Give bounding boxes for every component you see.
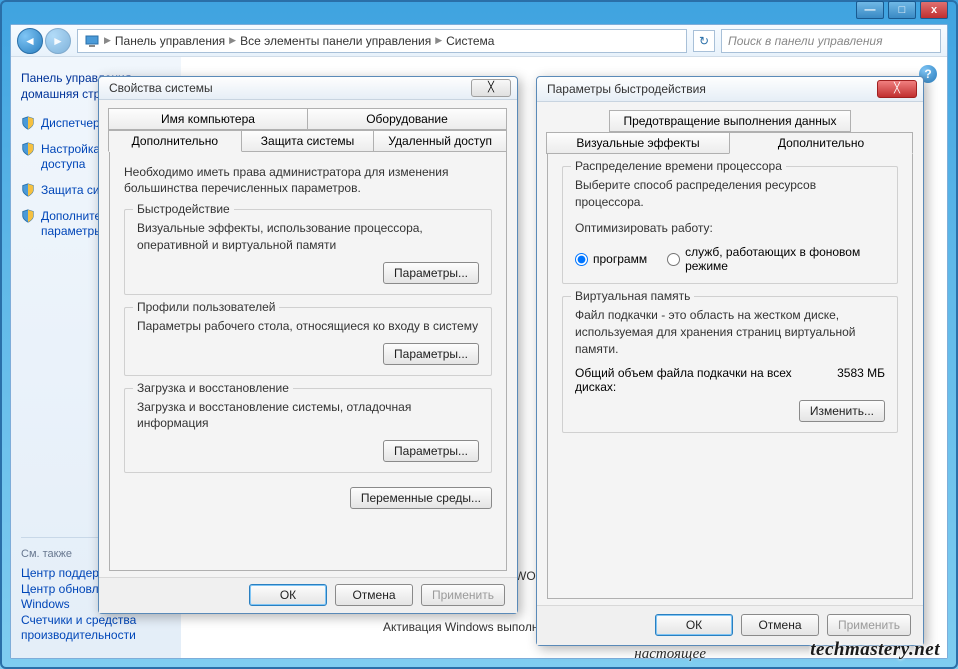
address-bar: ◄ ► ▶ Панель управления ▶ Все элементы па…	[11, 25, 947, 57]
system-properties-dialog: Свойства системы ╳ Имя компьютера Оборуд…	[98, 76, 518, 614]
group-desc: Визуальные эффекты, использование процес…	[137, 220, 479, 254]
radio-services[interactable]: служб, работающих в фоновом режиме	[667, 245, 885, 273]
nav-forward-button[interactable]: ►	[45, 28, 71, 54]
group-legend: Виртуальная память	[571, 289, 694, 303]
sidebar-link-perfcounters[interactable]: Счетчики и средства производительности	[21, 613, 171, 644]
startup-settings-button[interactable]: Параметры...	[383, 440, 479, 462]
chevron-right-icon: ▶	[435, 35, 442, 46]
chevron-right-icon: ▶	[229, 35, 236, 46]
tab-content: Необходимо иметь права администратора дл…	[109, 151, 507, 571]
group-scheduling: Распределение времени процессора Выберит…	[562, 166, 898, 284]
shield-icon	[21, 209, 35, 223]
group-legend: Быстродействие	[133, 202, 234, 216]
dialog-footer: ОК Отмена Применить	[99, 577, 517, 613]
shield-icon	[21, 183, 35, 197]
tab-protection[interactable]: Защита системы	[241, 130, 375, 152]
tab-advanced[interactable]: Дополнительно	[729, 132, 913, 154]
performance-settings-button[interactable]: Параметры...	[383, 262, 479, 284]
window-titlebar: — □ x	[2, 2, 956, 16]
group-startup: Загрузка и восстановление Загрузка и вос…	[124, 388, 492, 474]
ok-button[interactable]: ОК	[655, 614, 733, 636]
dialog-close-button[interactable]: ╳	[471, 79, 511, 97]
radio-label: служб, работающих в фоновом режиме	[685, 245, 885, 273]
sidebar-link-label: Счетчики и средства производительности	[21, 613, 171, 644]
group-profiles: Профили пользователей Параметры рабочего…	[124, 307, 492, 376]
maximize-button[interactable]: □	[888, 1, 916, 19]
vm-change-button[interactable]: Изменить...	[799, 400, 885, 422]
crumb-control-panel[interactable]: Панель управления	[115, 34, 225, 48]
search-placeholder: Поиск в панели управления	[728, 34, 883, 48]
cancel-button[interactable]: Отмена	[741, 614, 819, 636]
computer-icon	[84, 33, 100, 49]
tab-visual-effects[interactable]: Визуальные эффекты	[546, 132, 730, 154]
radio-label: программ	[593, 252, 647, 266]
group-virtual-memory: Виртуальная память Файл подкачки - это о…	[562, 296, 898, 432]
search-input[interactable]: Поиск в панели управления	[721, 29, 941, 53]
apply-button[interactable]: Применить	[421, 584, 505, 606]
dialog-title: Свойства системы	[109, 81, 213, 95]
chevron-right-icon: ▶	[104, 35, 111, 46]
clock-overlay: настоящее	[634, 646, 706, 663]
group-desc: Файл подкачки - это область на жестком д…	[575, 307, 885, 357]
nav-back-button[interactable]: ◄	[17, 28, 43, 54]
radio-services-input[interactable]	[667, 253, 680, 266]
group-legend: Загрузка и восстановление	[133, 381, 293, 395]
group-performance: Быстродействие Визуальные эффекты, испол…	[124, 209, 492, 295]
dialog-titlebar[interactable]: Свойства системы ╳	[99, 77, 517, 100]
group-legend: Распределение времени процессора	[571, 159, 786, 173]
tab-content: Распределение времени процессора Выберит…	[547, 153, 913, 599]
vm-total-label: Общий объем файла подкачки на всех диска…	[575, 366, 805, 394]
shield-icon	[21, 116, 35, 130]
breadcrumb[interactable]: ▶ Панель управления ▶ Все элементы панели…	[77, 29, 687, 53]
tabs: Предотвращение выполнения данных Визуаль…	[547, 110, 913, 154]
group-desc: Загрузка и восстановление системы, отлад…	[137, 399, 479, 433]
dialog-title: Параметры быстродействия	[547, 82, 706, 96]
apply-button[interactable]: Применить	[827, 614, 911, 636]
dialog-titlebar[interactable]: Параметры быстродействия ╳	[537, 77, 923, 102]
refresh-button[interactable]: ↻	[693, 30, 715, 52]
close-button[interactable]: x	[920, 1, 948, 19]
tab-advanced[interactable]: Дополнительно	[108, 130, 242, 152]
ok-button[interactable]: ОК	[249, 584, 327, 606]
profiles-settings-button[interactable]: Параметры...	[383, 343, 479, 365]
group-legend: Профили пользователей	[133, 300, 279, 314]
cancel-button[interactable]: Отмена	[335, 584, 413, 606]
admin-notice: Необходимо иметь права администратора дл…	[124, 164, 492, 198]
radio-programs[interactable]: программ	[575, 252, 647, 266]
minimize-button[interactable]: —	[856, 1, 884, 19]
watermark: techmastery.net	[810, 639, 940, 661]
group-desc: Параметры рабочего стола, относящиеся ко…	[137, 318, 479, 335]
tab-hardware[interactable]: Оборудование	[307, 108, 507, 130]
tab-computer-name[interactable]: Имя компьютера	[108, 108, 308, 130]
dialog-close-button[interactable]: ╳	[877, 80, 917, 98]
tab-dep[interactable]: Предотвращение выполнения данных	[609, 110, 851, 132]
group-desc: Выберите способ распределения ресурсов п…	[575, 177, 885, 211]
crumb-all-items[interactable]: Все элементы панели управления	[240, 34, 431, 48]
tab-remote[interactable]: Удаленный доступ	[373, 130, 507, 152]
radio-programs-input[interactable]	[575, 253, 588, 266]
env-vars-button[interactable]: Переменные среды...	[350, 487, 492, 509]
performance-options-dialog: Параметры быстродействия ╳ Предотвращени…	[536, 76, 924, 646]
optimize-label: Оптимизировать работу:	[575, 220, 885, 237]
tabs: Имя компьютера Оборудование Дополнительн…	[109, 108, 507, 152]
vm-total-value: 3583 МБ	[837, 366, 885, 394]
shield-icon	[21, 142, 35, 156]
crumb-system[interactable]: Система	[446, 34, 494, 48]
